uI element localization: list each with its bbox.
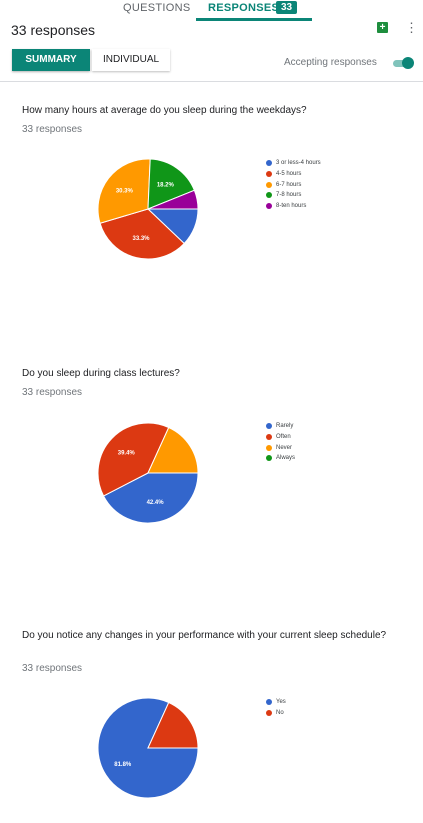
question-1-pie-chart: 33.3% 30.3% 18.2% bbox=[97, 158, 199, 260]
legend-swatch bbox=[266, 710, 272, 717]
pie-slice-label: 42.4% bbox=[147, 500, 165, 506]
legend-swatch bbox=[266, 444, 272, 451]
tab-questions[interactable]: QUESTIONS bbox=[123, 2, 191, 14]
legend-item: Rarely bbox=[266, 421, 295, 432]
legend-label: Rarely bbox=[276, 423, 294, 430]
pie-slice-label: 30.3% bbox=[116, 189, 134, 195]
legend-swatch bbox=[266, 160, 272, 167]
header-divider bbox=[0, 81, 423, 82]
legend-swatch bbox=[266, 423, 272, 430]
question-2-legend: Rarely Often Never Always bbox=[266, 421, 295, 464]
legend-label: Often bbox=[276, 434, 291, 441]
legend-item: Often bbox=[266, 432, 295, 443]
legend-swatch bbox=[266, 455, 272, 462]
question-1-title: How many hours at average do you sleep d… bbox=[22, 105, 307, 116]
question-1-response-count: 33 responses bbox=[22, 124, 83, 135]
legend-item: 3 or less-4 hours bbox=[266, 158, 321, 169]
legend-item: 7-8 hours bbox=[266, 190, 321, 201]
legend-swatch bbox=[266, 181, 272, 188]
legend-item: No bbox=[266, 708, 286, 719]
pie-slice-label: 18.2% bbox=[157, 183, 175, 189]
sheets-icon[interactable]: + bbox=[377, 22, 388, 33]
question-3-response-count: 33 responses bbox=[22, 663, 83, 674]
legend-item: Never bbox=[266, 442, 295, 453]
summary-button[interactable]: SUMMARY bbox=[12, 49, 90, 71]
legend-swatch bbox=[266, 203, 272, 210]
legend-label: 8-ten hours bbox=[276, 203, 307, 210]
top-tabs: QUESTIONS RESPONSES 33 bbox=[0, 0, 423, 21]
accepting-toggle-knob[interactable] bbox=[402, 57, 414, 69]
individual-button[interactable]: INDIVIDUAL bbox=[92, 49, 170, 71]
legend-label: 7-8 hours bbox=[276, 192, 302, 199]
legend-label: 3 or less-4 hours bbox=[276, 160, 321, 167]
question-2-title: Do you sleep during class lectures? bbox=[22, 368, 180, 379]
question-2-response-count: 33 responses bbox=[22, 387, 83, 398]
legend-label: 6-7 hours bbox=[276, 181, 302, 188]
more-vert-icon[interactable]: ⋮ bbox=[405, 20, 418, 36]
legend-label: Always bbox=[276, 455, 296, 462]
question-3-pie-chart: 81.8% bbox=[97, 697, 199, 799]
legend-label: 4-5 hours bbox=[276, 171, 302, 178]
legend-label: Never bbox=[276, 444, 293, 451]
legend-swatch bbox=[266, 699, 272, 706]
response-count: 33 responses bbox=[11, 22, 96, 38]
responses-count-badge: 33 bbox=[276, 1, 298, 14]
tab-responses[interactable]: RESPONSES bbox=[208, 2, 279, 14]
legend-label: Yes bbox=[276, 699, 286, 706]
legend-item: 6-7 hours bbox=[266, 179, 321, 190]
pie-slice-label: 81.8% bbox=[114, 762, 132, 768]
pie-slice-label: 33.3% bbox=[132, 236, 150, 242]
legend-swatch bbox=[266, 434, 272, 441]
legend-item: Yes bbox=[266, 697, 286, 708]
legend-item: 4-5 hours bbox=[266, 169, 321, 180]
active-tab-indicator bbox=[196, 18, 312, 21]
legend-label: No bbox=[276, 710, 284, 717]
question-3-legend: Yes No bbox=[266, 697, 286, 718]
question-2-pie-chart: 42.4% 39.4% bbox=[97, 422, 199, 524]
pie-slice-label: 39.4% bbox=[118, 450, 136, 456]
legend-item: Always bbox=[266, 453, 295, 464]
question-1-legend: 3 or less-4 hours 4-5 hours 6-7 hours 7-8 h… bbox=[266, 158, 321, 211]
legend-swatch bbox=[266, 192, 272, 199]
legend-swatch bbox=[266, 171, 272, 178]
accepting-responses-label: Accepting responses bbox=[284, 57, 377, 68]
question-3-title: Do you notice any changes in your perfor… bbox=[22, 630, 387, 641]
legend-item: 8-ten hours bbox=[266, 201, 321, 212]
